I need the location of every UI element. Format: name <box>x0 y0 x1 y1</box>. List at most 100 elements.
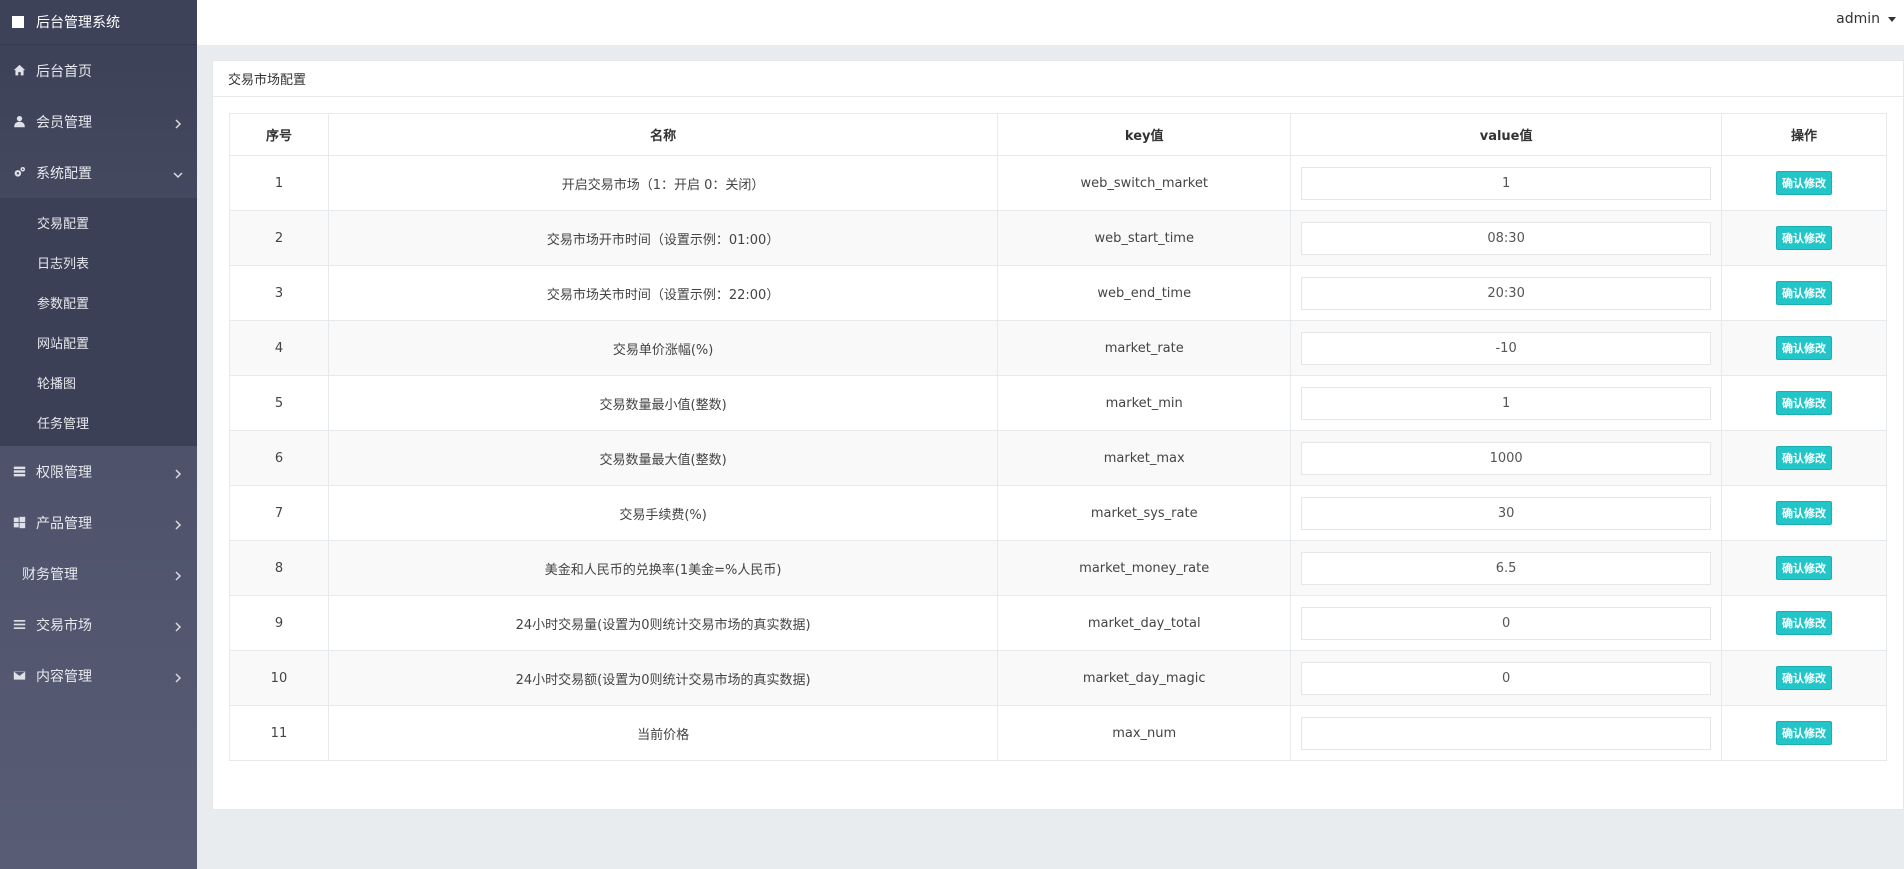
cogs-icon <box>12 166 26 180</box>
confirm-edit-button[interactable]: 确认修改 <box>1776 446 1833 470</box>
sidebar-item-label: 会员管理 <box>36 114 92 131</box>
value-input[interactable] <box>1301 716 1712 750</box>
value-input[interactable] <box>1301 276 1712 310</box>
cell-name: 24小时交易量(设置为0则统计交易市场的真实数据) <box>327 595 999 651</box>
table-row: 7 交易手续费(%) market_sys_rate 确认修改 <box>229 485 1887 541</box>
confirm-edit-button[interactable]: 确认修改 <box>1776 666 1833 690</box>
submenu-item-carousel[interactable]: 轮播图 <box>0 362 197 402</box>
cell-key: market_day_magic <box>997 650 1292 706</box>
table-row: 5 交易数量最小值(整数) market_min 确认修改 <box>229 375 1887 431</box>
sidebar-item-trade-market[interactable]: 交易市场 <box>0 599 197 650</box>
sidebar: 后台管理系统 后台首页 会员管理 系统配置 交易配置 日志列表 参数配置 网站配… <box>0 0 197 869</box>
sidebar-item-label: 财务管理 <box>22 566 78 583</box>
confirm-edit-button[interactable]: 确认修改 <box>1776 336 1833 360</box>
cell-key: market_day_total <box>997 595 1292 651</box>
cell-name: 交易数量最大值(整数) <box>327 430 999 486</box>
sidebar-item-products[interactable]: 产品管理 <box>0 497 197 548</box>
cell-action: 确认修改 <box>1721 485 1887 541</box>
sidebar-item-label: 后台首页 <box>36 63 92 80</box>
cell-no: 9 <box>229 595 329 651</box>
app-brand[interactable]: 后台管理系统 <box>0 0 197 45</box>
column-header-action: 操作 <box>1721 113 1887 156</box>
chevron-right-icon <box>173 620 183 632</box>
sidebar-item-members[interactable]: 会员管理 <box>0 96 197 147</box>
config-panel: 交易市场配置 序号 名称 key值 value值 操作 1 开启交易市场（1：开… <box>212 60 1904 810</box>
user-menu[interactable]: admin <box>1836 11 1896 27</box>
submenu-item-task-manage[interactable]: 任务管理 <box>0 402 197 442</box>
column-header-key: key值 <box>997 113 1292 156</box>
table-row: 4 交易单价涨幅(%) market_rate 确认修改 <box>229 320 1887 376</box>
cell-no: 3 <box>229 265 329 321</box>
cell-name: 当前价格 <box>327 705 999 761</box>
cell-value <box>1290 375 1723 431</box>
table-row: 8 美金和人民币的兑换率(1美金=%人民币) market_money_rate… <box>229 540 1887 596</box>
value-input[interactable] <box>1301 441 1712 475</box>
sidebar-item-permissions[interactable]: 权限管理 <box>0 446 197 497</box>
table-row: 2 交易市场开市时间（设置示例：01:00） web_start_time 确认… <box>229 210 1887 266</box>
cell-no: 8 <box>229 540 329 596</box>
value-input[interactable] <box>1301 166 1712 200</box>
confirm-edit-button[interactable]: 确认修改 <box>1776 556 1833 580</box>
user-icon <box>12 115 26 129</box>
cell-key: web_switch_market <box>997 155 1292 211</box>
submenu-item-param-config[interactable]: 参数配置 <box>0 282 197 322</box>
table-row: 9 24小时交易量(设置为0则统计交易市场的真实数据) market_day_t… <box>229 595 1887 651</box>
cell-action: 确认修改 <box>1721 155 1887 211</box>
cell-key: market_sys_rate <box>997 485 1292 541</box>
cell-action: 确认修改 <box>1721 650 1887 706</box>
cell-action: 确认修改 <box>1721 595 1887 651</box>
cell-value <box>1290 320 1723 376</box>
submenu-item-trade-config[interactable]: 交易配置 <box>0 202 197 242</box>
cell-key: market_money_rate <box>997 540 1292 596</box>
value-input[interactable] <box>1301 331 1712 365</box>
config-table: 序号 名称 key值 value值 操作 1 开启交易市场（1：开启 0：关闭）… <box>229 113 1887 761</box>
submenu-item-site-config[interactable]: 网站配置 <box>0 322 197 362</box>
cell-no: 2 <box>229 210 329 266</box>
value-input[interactable] <box>1301 551 1712 585</box>
table-row: 11 当前价格 max_num 确认修改 <box>229 705 1887 761</box>
tasks-icon <box>12 465 26 479</box>
value-input[interactable] <box>1301 606 1712 640</box>
value-input[interactable] <box>1301 386 1712 420</box>
confirm-edit-button[interactable]: 确认修改 <box>1776 391 1833 415</box>
confirm-edit-button[interactable]: 确认修改 <box>1776 171 1833 195</box>
value-input[interactable] <box>1301 661 1712 695</box>
confirm-edit-button[interactable]: 确认修改 <box>1776 501 1833 525</box>
cell-key: market_min <box>997 375 1292 431</box>
logo-square-icon <box>12 16 24 28</box>
column-header-name: 名称 <box>327 113 999 156</box>
cell-name: 开启交易市场（1：开启 0：关闭） <box>327 155 999 211</box>
cell-key: web_end_time <box>997 265 1292 321</box>
cell-value <box>1290 705 1723 761</box>
cell-value <box>1290 265 1723 321</box>
sidebar-item-label: 内容管理 <box>36 668 92 685</box>
cell-no: 10 <box>229 650 329 706</box>
chevron-right-icon <box>173 569 183 581</box>
sidebar-item-content[interactable]: 内容管理 <box>0 650 197 701</box>
cell-value <box>1290 650 1723 706</box>
cell-name: 美金和人民币的兑换率(1美金=%人民币) <box>327 540 999 596</box>
cell-no: 5 <box>229 375 329 431</box>
confirm-edit-button[interactable]: 确认修改 <box>1776 226 1833 250</box>
sidebar-item-system-config[interactable]: 系统配置 <box>0 147 197 198</box>
app-title: 后台管理系统 <box>36 15 120 31</box>
cell-key: market_rate <box>997 320 1292 376</box>
confirm-edit-button[interactable]: 确认修改 <box>1776 721 1833 745</box>
value-input[interactable] <box>1301 496 1712 530</box>
cell-action: 确认修改 <box>1721 540 1887 596</box>
confirm-edit-button[interactable]: 确认修改 <box>1776 281 1833 305</box>
sidebar-item-label: 权限管理 <box>36 464 92 481</box>
cell-name: 24小时交易额(设置为0则统计交易市场的真实数据) <box>327 650 999 706</box>
cell-value <box>1290 540 1723 596</box>
panel-title: 交易市场配置 <box>213 61 1903 97</box>
system-config-submenu: 交易配置 日志列表 参数配置 网站配置 轮播图 任务管理 <box>0 198 197 446</box>
cell-name: 交易市场关市时间（设置示例：22:00） <box>327 265 999 321</box>
cell-no: 7 <box>229 485 329 541</box>
submenu-item-log-list[interactable]: 日志列表 <box>0 242 197 282</box>
sidebar-item-finance[interactable]: 财务管理 <box>0 548 197 599</box>
confirm-edit-button[interactable]: 确认修改 <box>1776 611 1833 635</box>
value-input[interactable] <box>1301 221 1712 255</box>
user-name: admin <box>1836 11 1880 27</box>
cell-no: 1 <box>229 155 329 211</box>
sidebar-item-home[interactable]: 后台首页 <box>0 45 197 96</box>
